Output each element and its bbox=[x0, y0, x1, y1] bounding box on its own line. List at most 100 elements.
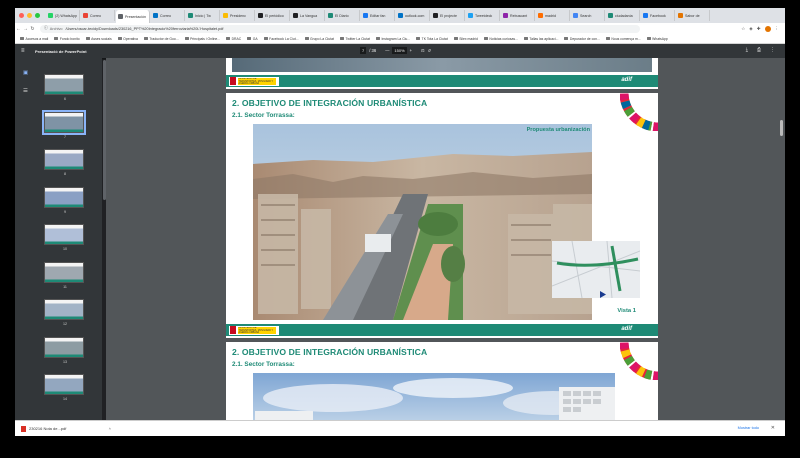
folder-icon bbox=[304, 37, 309, 40]
browser-tab[interactable]: Rebuscant bbox=[501, 10, 535, 21]
folder-icon bbox=[247, 37, 252, 40]
bookmark-item[interactable]: Silex madrid bbox=[453, 37, 478, 41]
bookmark-item[interactable]: Asses sociais bbox=[85, 37, 112, 41]
bookmark-item[interactable]: Traductor de Goo... bbox=[143, 37, 179, 41]
bookmark-item[interactable]: WhatsApp bbox=[646, 37, 668, 41]
rotate-icon[interactable]: ↺ bbox=[428, 48, 432, 53]
tab-label: Correo bbox=[90, 13, 101, 18]
browser-tab[interactable]: (2) WhatsApp bbox=[46, 10, 80, 21]
zoom-input[interactable]: 150% bbox=[392, 47, 407, 54]
folder-icon bbox=[85, 37, 90, 40]
browser-tab[interactable]: El projecte bbox=[431, 10, 465, 21]
download-item[interactable]: 230216 Nota de...pdf ˄ bbox=[21, 425, 111, 432]
zoom-out-icon[interactable]: — bbox=[385, 48, 389, 53]
page-thumbnail[interactable] bbox=[44, 336, 84, 358]
browser-tab[interactable]: Tweetdeck bbox=[466, 10, 500, 21]
bookmark-item[interactable]: Accesos a mail bbox=[20, 37, 48, 41]
browser-tab[interactable]: Presidenc bbox=[221, 10, 255, 21]
slide-current: 2. OBJETIVO DE INTEGRACIÓN URBANÍSTICA 2… bbox=[226, 93, 658, 338]
browser-tab[interactable]: El Diario bbox=[326, 10, 360, 21]
bookmark-star-icon[interactable]: ☆ bbox=[741, 26, 745, 32]
viewer-scrollbar[interactable] bbox=[780, 120, 783, 136]
thumbnail-page-number: 8 bbox=[64, 172, 66, 176]
page-thumbnail[interactable] bbox=[44, 149, 84, 170]
tab-favicon-icon bbox=[83, 13, 88, 18]
page-thumbnail[interactable] bbox=[44, 299, 84, 320]
browser-tab[interactable]: madrid bbox=[536, 10, 570, 21]
download-icon[interactable]: ⤓ bbox=[746, 47, 748, 53]
browser-tab[interactable]: Editar fan bbox=[361, 10, 395, 21]
close-icon[interactable]: ✕ bbox=[771, 425, 775, 431]
browser-menu-icon[interactable]: ⋮ bbox=[775, 26, 780, 32]
adif-logo: adif bbox=[621, 77, 632, 83]
browser-tab[interactable]: Facebook bbox=[641, 10, 675, 21]
browser-tab[interactable]: Sabor de bbox=[676, 10, 710, 21]
maximize-window-button[interactable] bbox=[35, 13, 40, 18]
profile-avatar[interactable] bbox=[764, 25, 771, 32]
tab-favicon-icon bbox=[258, 13, 263, 18]
tab-label: Sabor de bbox=[685, 13, 700, 18]
page-thumbnail[interactable] bbox=[44, 224, 84, 245]
back-icon[interactable]: ← bbox=[15, 26, 22, 32]
browser-tab[interactable]: Correo bbox=[81, 10, 115, 21]
browser-tab[interactable]: El periódico bbox=[256, 10, 290, 21]
slide-subtitle: 2.1. Sector Torrassa: bbox=[232, 361, 295, 368]
bookmark-item[interactable]: DRAC bbox=[226, 37, 241, 41]
page-thumbnail[interactable] bbox=[44, 374, 84, 395]
outline-view-icon[interactable]: ☰ bbox=[23, 88, 28, 94]
browser-tab[interactable]: outlook.com bbox=[396, 10, 430, 21]
tab-favicon-icon bbox=[573, 13, 578, 18]
extension-icon[interactable]: ◈ bbox=[749, 26, 752, 32]
show-all-button[interactable]: Mostrar todo bbox=[738, 426, 759, 430]
bookmark-item[interactable]: Principals i Online... bbox=[184, 37, 220, 41]
fit-page-icon[interactable]: ⊡ bbox=[421, 48, 425, 53]
browser-tab[interactable]: Correo bbox=[151, 10, 185, 21]
bookmark-item[interactable]: GA bbox=[247, 37, 258, 41]
browser-tab[interactable]: Presentación bbox=[116, 10, 150, 23]
close-window-button[interactable] bbox=[19, 13, 24, 18]
bookmark-item[interactable]: Twitter La Ciutat bbox=[339, 37, 370, 41]
info-icon[interactable]: ⓘ bbox=[44, 26, 48, 31]
tab-label: Inicio | Tw bbox=[195, 13, 211, 18]
more-options-icon[interactable]: ⋮ bbox=[770, 47, 775, 53]
browser-tab[interactable]: La Vangua bbox=[291, 10, 325, 21]
page-thumbnail[interactable] bbox=[42, 109, 86, 135]
page-thumbnail[interactable] bbox=[44, 74, 84, 95]
tab-label: El periódico bbox=[265, 13, 284, 18]
menu-hamburger-icon[interactable]: ≡ bbox=[21, 48, 29, 54]
bookmark-item[interactable]: Instagram La Ciu... bbox=[375, 37, 410, 41]
bookmark-item[interactable]: Operativa bbox=[117, 37, 138, 41]
slide-previous: MINISTERIO DE TRANSPORTES, MOVILIDAD Y A… bbox=[226, 58, 658, 89]
forward-icon[interactable]: → bbox=[22, 26, 29, 32]
zoom-in-icon[interactable]: + bbox=[410, 48, 412, 53]
minimize-window-button[interactable] bbox=[27, 13, 32, 18]
browser-tab[interactable]: Search bbox=[571, 10, 605, 21]
bookmark-item[interactable]: Noticias curiosas... bbox=[483, 36, 518, 41]
reload-icon[interactable]: ↻ bbox=[29, 26, 36, 32]
bookmark-item[interactable]: Facebook La Ciut... bbox=[263, 37, 299, 41]
bookmark-item[interactable]: Nous comença m... bbox=[605, 37, 641, 41]
tab-label: Facebook bbox=[650, 13, 666, 18]
bookmark-item[interactable]: Depurador de con... bbox=[564, 37, 600, 41]
ministry-logo: MINISTERIO DE TRANSPORTES, MOVILIDAD Y A… bbox=[229, 325, 279, 335]
tab-label: La Vangua bbox=[300, 13, 318, 18]
page-number-input[interactable]: 7 bbox=[360, 47, 367, 54]
address-bar[interactable]: ⓘ Archivo /Users/oscar-tecidy/Downloads/… bbox=[40, 24, 640, 33]
thumbnail-page-number: 11 bbox=[63, 284, 67, 289]
browser-tab[interactable]: Inicio | Tw bbox=[186, 10, 220, 21]
extensions-puzzle-icon[interactable]: ✚ bbox=[757, 26, 761, 32]
bookmark-item[interactable]: Tallas las aplicaci... bbox=[523, 37, 558, 41]
thumbnail-page-number: 12 bbox=[63, 322, 67, 326]
bookmark-item[interactable]: Grupo La Ciutat bbox=[304, 37, 334, 41]
bookmark-item[interactable]: Fondo bonito bbox=[54, 37, 80, 41]
thumbnails-view-icon[interactable]: ▣ bbox=[23, 70, 28, 76]
tab-favicon-icon bbox=[643, 13, 648, 18]
page-thumbnail[interactable] bbox=[44, 186, 84, 208]
bookmark-item[interactable]: TK Tota La Ciutat bbox=[416, 37, 448, 41]
chevron-up-icon[interactable]: ˄ bbox=[109, 426, 111, 431]
page-thumbnail[interactable] bbox=[44, 261, 84, 283]
bookmark-label: Noticias curiosas... bbox=[489, 36, 518, 41]
tab-label: Search bbox=[580, 13, 592, 18]
browser-tab[interactable]: ciudadanía bbox=[606, 10, 640, 21]
print-icon[interactable]: ⎙ bbox=[757, 47, 761, 53]
